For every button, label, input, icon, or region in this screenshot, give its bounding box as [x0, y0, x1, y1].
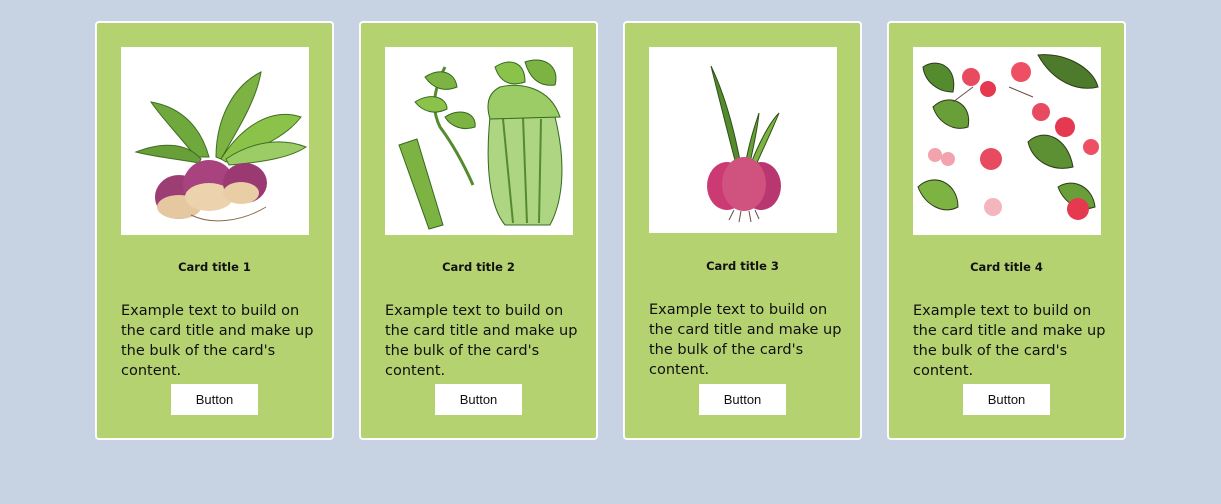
- card-text: Example text to build on the card title …: [385, 303, 578, 379]
- card-2: Card title 2 Example text to build on th…: [359, 21, 598, 440]
- card-title: Card title 3: [706, 259, 779, 273]
- radish-pattern-illustration: [913, 47, 1101, 235]
- card-text: Example text to build on the card title …: [649, 302, 842, 378]
- card-button[interactable]: Button: [963, 384, 1050, 415]
- card-1: Card title 1 Example text to build on th…: [95, 21, 334, 440]
- card-3: Card title 3 Example text to build on th…: [623, 21, 862, 440]
- card-button[interactable]: Button: [171, 384, 258, 415]
- card-text: Example text to build on the card title …: [913, 303, 1106, 379]
- turnip-illustration: [121, 47, 309, 235]
- card-button[interactable]: Button: [699, 384, 786, 415]
- card-text: Example text to build on the card title …: [121, 303, 314, 379]
- card-list: Card title 1 Example text to build on th…: [95, 21, 1126, 440]
- celery-illustration: [385, 47, 573, 235]
- card-title: Card title 1: [178, 260, 251, 274]
- card-title: Card title 2: [442, 260, 515, 274]
- card-title: Card title 4: [970, 260, 1043, 274]
- card-button[interactable]: Button: [435, 384, 522, 415]
- red-onion-illustration: [649, 47, 837, 233]
- card-4: Card title 4 Example text to build on th…: [887, 21, 1126, 440]
